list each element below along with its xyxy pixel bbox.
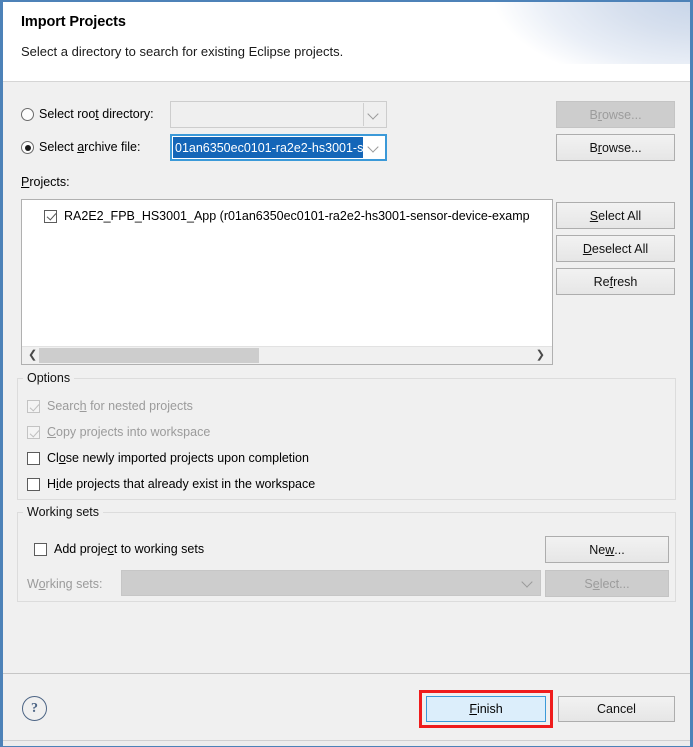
projects-list[interactable]: RA2E2_FPB_HS3001_App (r01an6350ec0101-ra… xyxy=(21,199,553,365)
list-item[interactable]: RA2E2_FPB_HS3001_App (r01an6350ec0101-ra… xyxy=(22,206,552,226)
select-all-button[interactable]: Select All xyxy=(556,202,675,229)
checkbox-hide-existing-projects[interactable] xyxy=(27,478,40,491)
working-sets-group-title: Working sets xyxy=(23,505,104,519)
radio-select-archive-file[interactable] xyxy=(21,141,34,154)
browse-archive-file-button[interactable]: Br owse... xyxy=(556,134,675,161)
checkbox-close-newly-imported-projects[interactable] xyxy=(27,452,40,465)
new-working-set-button[interactable]: Ne w... xyxy=(545,536,669,563)
help-icon[interactable]: ? xyxy=(22,696,47,721)
label-copy-projects-into-workspace: Copy projects into workspace xyxy=(47,425,211,439)
dialog-body: Select root directory: Br owse... Select … xyxy=(3,82,690,673)
options-group-title: Options xyxy=(23,371,75,385)
page-subtitle: Select a directory to search for existin… xyxy=(21,44,344,59)
scrollbar-thumb[interactable] xyxy=(39,348,259,363)
dialog-header: Import Projects Select a directory to se… xyxy=(3,2,690,81)
select-working-sets-button[interactable]: Se lect... xyxy=(545,570,669,597)
combo-separator xyxy=(363,103,364,126)
label-select-root-directory: Select root directory: xyxy=(39,107,154,121)
radio-select-root-directory[interactable] xyxy=(21,108,34,121)
label-working-sets-list: Working sets: xyxy=(27,577,103,591)
project-name: RA2E2_FPB_HS3001_App (r01an6350ec0101-ra… xyxy=(64,209,530,223)
archive-file-value: 01an6350ec0101-ra2e2-hs3001-sensor-devic… xyxy=(173,137,363,158)
footer-strip xyxy=(3,740,690,746)
working-sets-value xyxy=(124,573,128,593)
label-search-nested-projects: Search for nested projects xyxy=(47,399,193,413)
header-banner-graphic xyxy=(380,2,690,64)
checkbox-search-nested-projects[interactable] xyxy=(27,400,40,413)
scroll-right-icon[interactable]: ❯ xyxy=(536,350,545,361)
browse-root-directory-button[interactable]: Br owse... xyxy=(556,101,675,128)
archive-file-combo[interactable]: 01an6350ec0101-ra2e2-hs3001-sensor-devic… xyxy=(170,134,387,161)
chevron-down-icon xyxy=(367,140,379,153)
label-add-project-to-working-sets: Add project to working sets xyxy=(54,542,205,556)
refresh-button[interactable]: Re f resh xyxy=(556,268,675,295)
checkbox-copy-projects-into-workspace[interactable] xyxy=(27,426,40,439)
checkbox-add-project-to-working-sets[interactable] xyxy=(34,543,47,556)
label-select-archive-file: Select archive file: xyxy=(39,140,141,154)
page-title: Import Projects xyxy=(21,14,126,30)
label-close-newly-imported-projects: Close newly imported projects upon compl… xyxy=(47,451,309,465)
cancel-button[interactable]: Cancel xyxy=(558,696,675,722)
chevron-down-icon xyxy=(521,576,533,588)
projects-label: Projects: xyxy=(21,175,70,189)
project-checkbox[interactable] xyxy=(44,209,57,223)
root-directory-value xyxy=(173,104,177,125)
horizontal-scrollbar[interactable]: ❮ ❯ xyxy=(22,346,552,364)
working-sets-combo[interactable] xyxy=(121,570,541,596)
deselect-all-button[interactable]: Deselect All xyxy=(556,235,675,262)
chevron-down-icon xyxy=(367,107,379,120)
import-projects-dialog: Import Projects Select a directory to se… xyxy=(0,0,693,747)
finish-button[interactable]: Finish xyxy=(426,696,546,722)
label-hide-existing-projects: Hide projects that already exist in the … xyxy=(47,477,316,491)
scroll-left-icon[interactable]: ❮ xyxy=(28,350,37,361)
root-directory-combo[interactable] xyxy=(170,101,387,128)
